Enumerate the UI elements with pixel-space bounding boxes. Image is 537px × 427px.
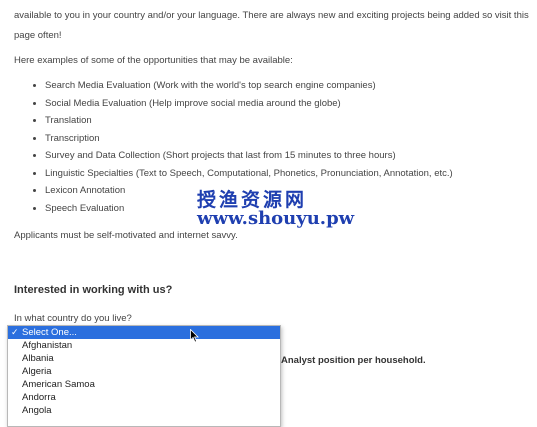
country-option[interactable]: Angola bbox=[8, 404, 280, 417]
analyst-note: Analyst position per household. bbox=[281, 355, 426, 366]
country-option[interactable]: Algeria bbox=[8, 365, 280, 378]
intro-text: available to you in your country and/or … bbox=[14, 10, 529, 41]
country-dropdown[interactable]: ✓ Select One... Afghanistan Albania Alge… bbox=[7, 325, 281, 427]
option-label: Select One... bbox=[22, 327, 77, 338]
country-option[interactable]: American Samoa bbox=[8, 378, 280, 391]
mouse-cursor-icon bbox=[190, 329, 199, 343]
list-item: Transcription bbox=[33, 130, 453, 148]
list-item: Linguistic Specialties (Text to Speech, … bbox=[33, 165, 453, 183]
applicants-note: Applicants must be self-motivated and in… bbox=[14, 230, 238, 241]
country-option[interactable]: Andorra bbox=[8, 391, 280, 404]
country-option-selected[interactable]: ✓ Select One... bbox=[8, 326, 280, 339]
checkmark-icon: ✓ bbox=[11, 327, 19, 337]
opportunities-intro: Here examples of some of the opportuniti… bbox=[14, 55, 293, 66]
list-item: Translation bbox=[33, 112, 453, 130]
watermark-url: www.shouyu.pw bbox=[197, 208, 355, 229]
country-label: In what country do you live? bbox=[14, 313, 132, 324]
list-item: Search Media Evaluation (Work with the w… bbox=[33, 77, 453, 95]
country-option[interactable]: Albania bbox=[8, 352, 280, 365]
list-item: Social Media Evaluation (Help improve so… bbox=[33, 95, 453, 113]
section-heading: Interested in working with us? bbox=[14, 284, 173, 296]
list-item: Survey and Data Collection (Short projec… bbox=[33, 147, 453, 165]
country-option[interactable]: Afghanistan bbox=[8, 339, 280, 352]
